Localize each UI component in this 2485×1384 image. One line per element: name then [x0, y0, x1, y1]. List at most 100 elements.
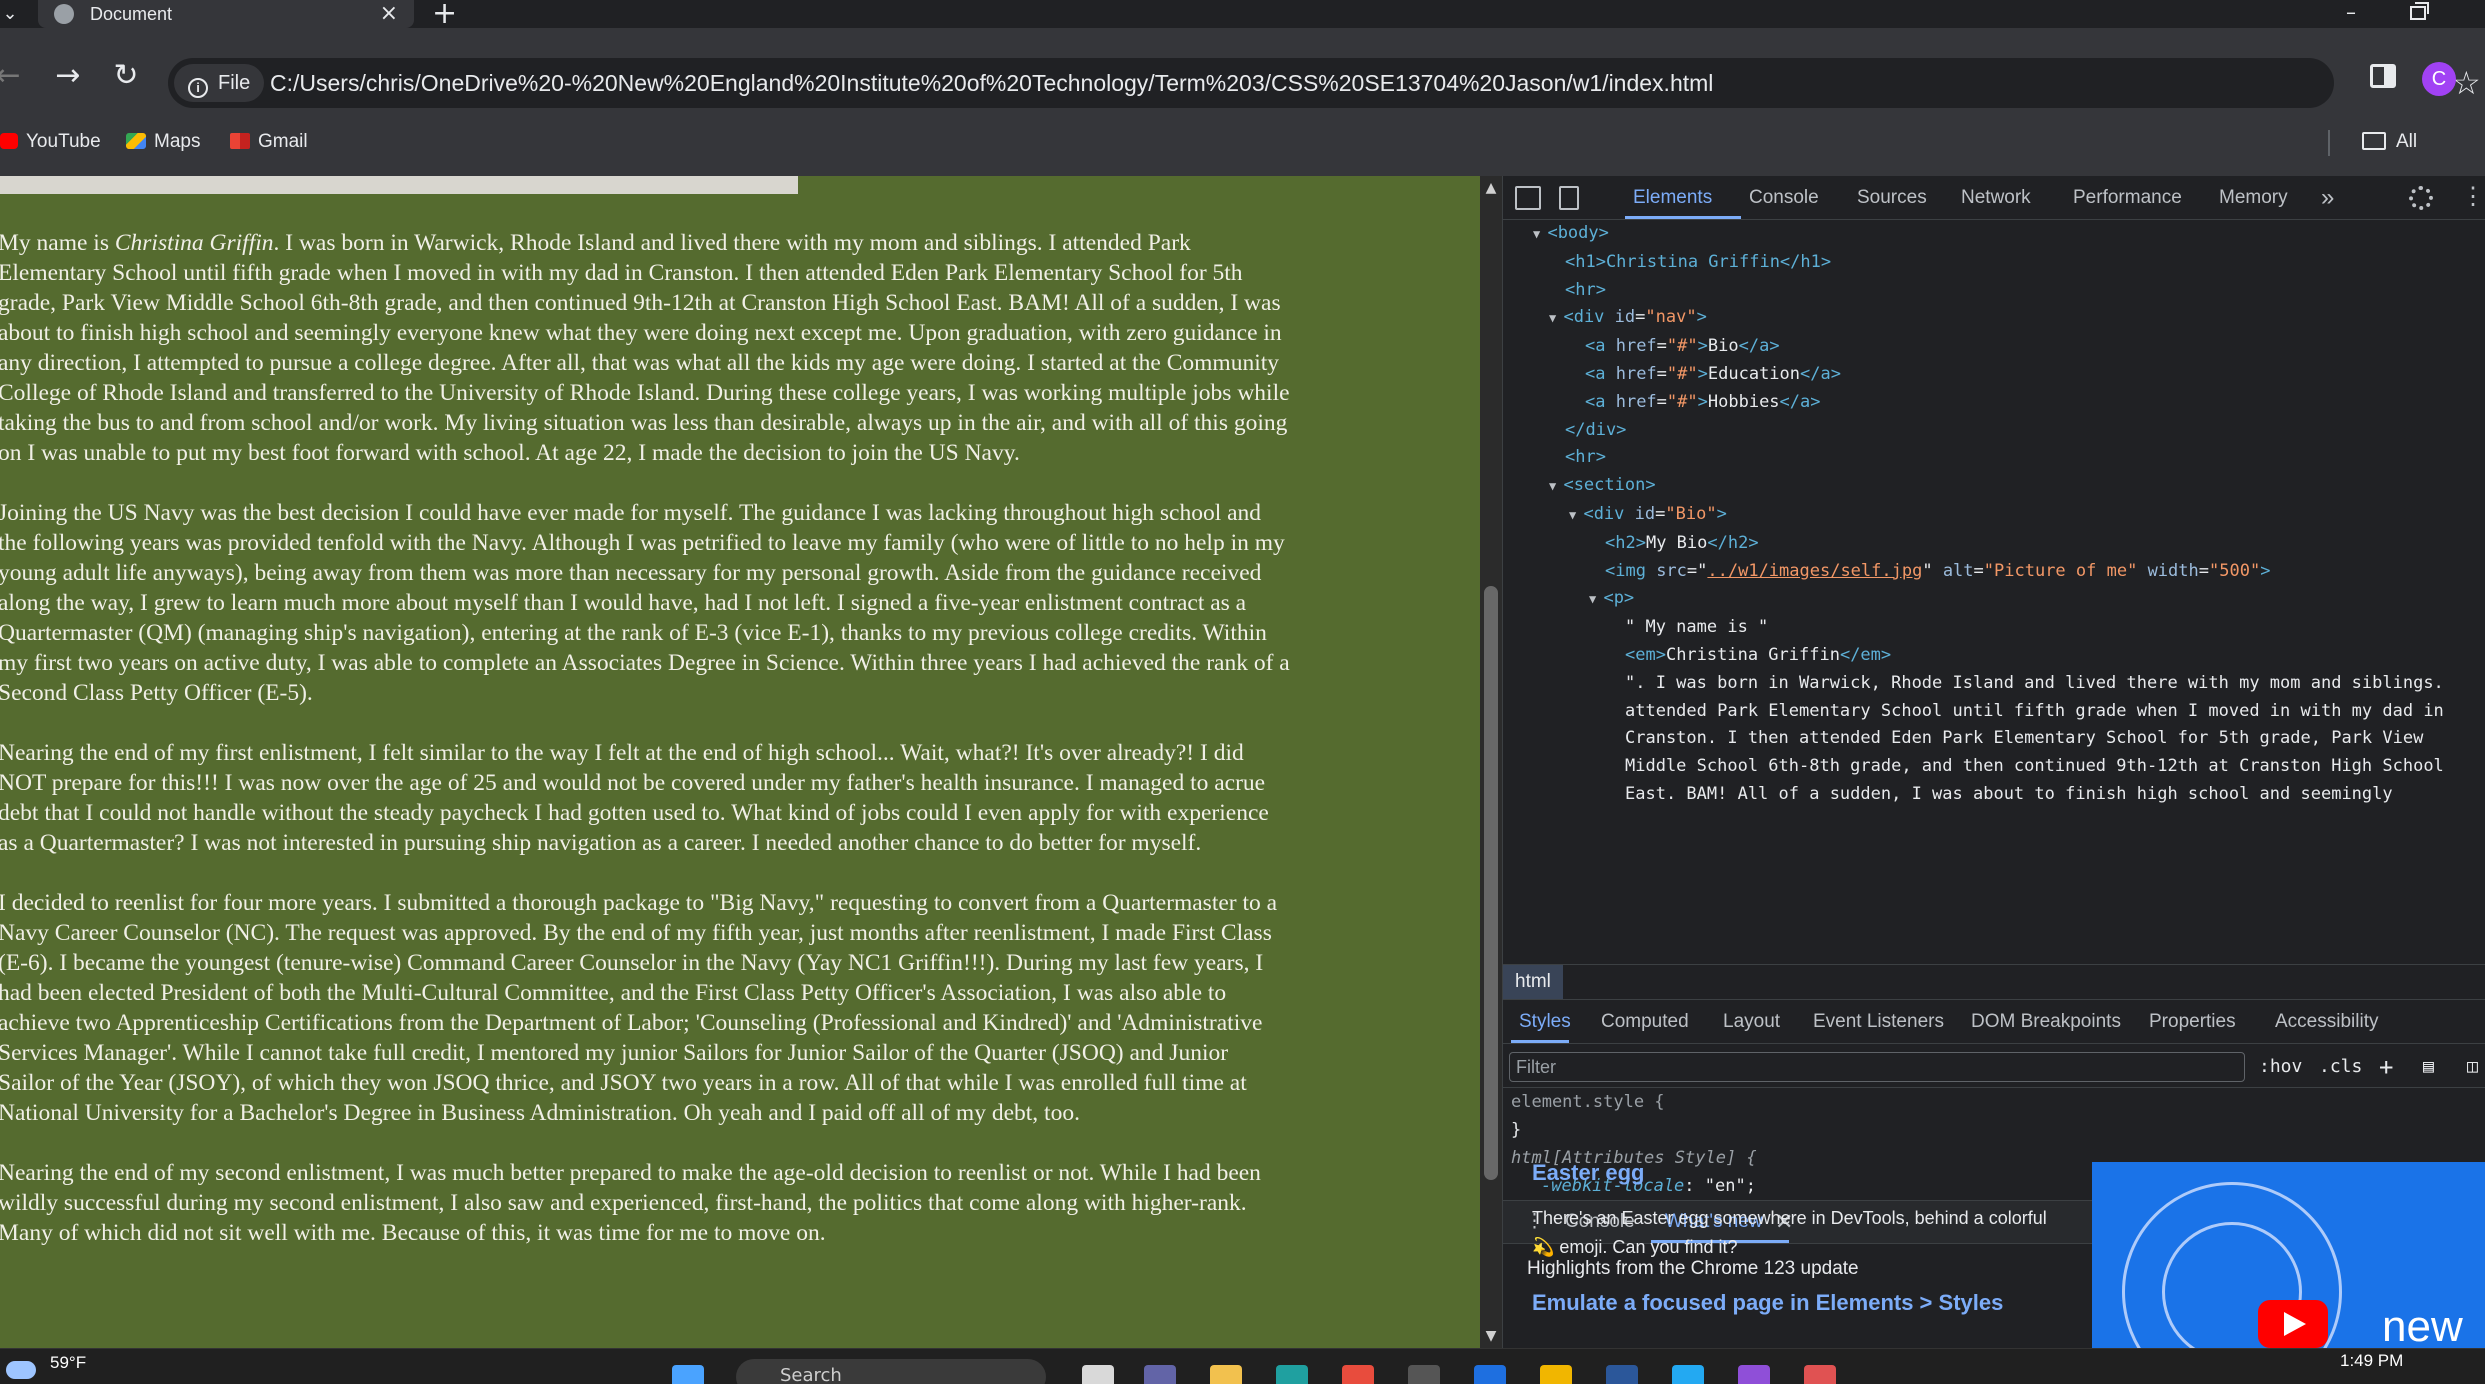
whats-new-video-thumbnail[interactable]: new — [2092, 1162, 2485, 1348]
task-view-icon[interactable] — [1082, 1365, 1114, 1384]
breadcrumb: html — [1503, 964, 2485, 1000]
back-button[interactable]: ← — [0, 58, 26, 94]
whats-new-title-emulate[interactable]: Emulate a focused page in Elements > Sty… — [1532, 1290, 2003, 1316]
tab-event-listeners[interactable]: Event Listeners — [1813, 1000, 1944, 1044]
tab-sources[interactable]: Sources — [1857, 176, 1927, 220]
gmail-icon — [230, 133, 250, 149]
youtube-play-icon[interactable] — [2258, 1300, 2328, 1348]
scroll-down-arrow-icon[interactable]: ▼ — [1480, 1328, 1502, 1344]
attr-value: "500" — [2209, 560, 2261, 581]
tab-properties[interactable]: Properties — [2149, 1000, 2236, 1044]
close-tab-icon[interactable]: × — [380, 0, 398, 28]
dom-node-nav[interactable]: ▼ <div id="nav"> — [1503, 304, 2485, 333]
tab-styles[interactable]: Styles — [1519, 1000, 1571, 1044]
tab-search-chevron-icon[interactable]: ⌄ — [0, 0, 20, 28]
dom-node-body[interactable]: ▼ <body> — [1503, 220, 2485, 249]
img-src-link[interactable]: ../w1/images/self.jpg — [1707, 561, 1922, 581]
tab-performance[interactable]: Performance — [2073, 176, 2182, 220]
bookmark-gmail[interactable]: Gmail — [230, 120, 308, 164]
bookmark-star-icon[interactable]: ☆ — [2452, 58, 2481, 108]
tab-accessibility[interactable]: Accessibility — [2275, 1000, 2378, 1044]
dom-node-div-close[interactable]: </div> — [1503, 417, 2485, 445]
dom-node-em[interactable]: <em>Christina Griffin</em> — [1503, 642, 2485, 670]
dom-text-node[interactable]: " My name is " — [1503, 614, 2485, 642]
url-text[interactable]: C:/Users/chris/OneDrive%20-%20New%20Engl… — [270, 58, 1713, 108]
body-tag: <body> — [1547, 223, 1609, 243]
device-toolbar-icon[interactable] — [1559, 186, 1579, 210]
tab-memory[interactable]: Memory — [2219, 176, 2288, 220]
profile-avatar[interactable]: C — [2422, 62, 2456, 96]
word-icon[interactable] — [1606, 1365, 1638, 1384]
text-node: Middle School 6th-8th grade, and then co… — [1625, 756, 2444, 777]
file-explorer-icon[interactable] — [1210, 1365, 1242, 1384]
dom-node-link-bio[interactable]: <a href="#">Bio</a> — [1503, 333, 2485, 361]
address-bar[interactable]: i File C:/Users/chris/OneDrive%20-%20New%… — [168, 58, 2481, 108]
dom-node-link-hobbies[interactable]: <a href="#">Hobbies</a> — [1503, 389, 2485, 417]
tab-network[interactable]: Network — [1961, 176, 2031, 220]
dom-node-h1[interactable]: <h1>Christina Griffin</h1> — [1503, 249, 2485, 277]
text-node: " My name is " — [1625, 617, 1769, 638]
start-icon[interactable] — [672, 1365, 704, 1384]
restore-button[interactable] — [2410, 2, 2429, 20]
forward-button[interactable]: → — [50, 58, 86, 94]
dom-tree[interactable]: ▼ <body> <h1>Christina Griffin</h1> <hr>… — [1503, 220, 2485, 964]
dom-node-link-education[interactable]: <a href="#">Education</a> — [1503, 361, 2485, 389]
text-node: East. BAM! All of a sudden, I was about … — [1625, 783, 2393, 804]
href-value: "#" — [1666, 336, 1698, 357]
inspect-element-icon[interactable] — [1515, 186, 1541, 210]
bio-paragraph-3: Nearing the end of my first enlistment, … — [0, 740, 1269, 856]
app-icon[interactable] — [1474, 1365, 1506, 1384]
taskbar-search[interactable]: Search — [736, 1359, 1046, 1384]
whats-new-title-easter-egg[interactable]: Easter egg — [1532, 1160, 1645, 1186]
dom-node-h2[interactable]: <h2>My Bio</h2> — [1503, 530, 2485, 558]
dom-text-node: Middle School 6th-8th grade, and then co… — [1503, 753, 2485, 781]
dom-node-section[interactable]: ▼ <section> — [1503, 472, 2485, 501]
tab-console[interactable]: Console — [1749, 176, 1819, 220]
chrome-icon[interactable] — [1540, 1365, 1572, 1384]
side-panel-icon[interactable] — [2370, 64, 2396, 88]
app-icon[interactable] — [1408, 1365, 1440, 1384]
dom-node-hr[interactable]: <hr> — [1503, 444, 2485, 472]
weather-temp[interactable]: 59°F — [50, 1353, 86, 1373]
whats-new-content: Easter egg There's an Easter egg somewhe… — [1502, 1068, 2485, 1348]
weather-icon[interactable] — [6, 1361, 36, 1379]
info-icon: i — [188, 78, 208, 98]
bookmark-maps[interactable]: Maps — [126, 120, 200, 164]
store-icon[interactable] — [1342, 1365, 1374, 1384]
breadcrumb-html[interactable]: html — [1503, 965, 1563, 999]
tab-elements[interactable]: Elements — [1633, 176, 1712, 220]
app-icon[interactable] — [1738, 1365, 1770, 1384]
site-info-chip[interactable]: i File — [174, 64, 265, 102]
tab-strip: ⌄ Document × + – — [0, 0, 2485, 29]
tab-title: Document — [90, 4, 173, 24]
minimize-button[interactable]: – — [2340, 0, 2362, 24]
new-tab-button[interactable]: + — [432, 0, 457, 29]
taskbar-clock[interactable]: 1:49 PM — [2340, 1351, 2403, 1371]
teams-icon[interactable] — [1144, 1365, 1176, 1384]
bio-paragraph-1-text: . I was born in Warwick, Rhode Island an… — [0, 230, 1290, 466]
scroll-up-arrow-icon[interactable]: ▲ — [1480, 180, 1502, 196]
dom-node-bio-div[interactable]: ▼ <div id="Bio"> — [1503, 501, 2485, 530]
bio-section: My name is Christina Griffin. I was born… — [0, 228, 1290, 1278]
scrollbar-thumb[interactable] — [1484, 586, 1498, 1180]
tab-dom-breakpoints[interactable]: DOM Breakpoints — [1971, 1000, 2121, 1044]
tab-computed[interactable]: Computed — [1601, 1000, 1689, 1044]
app-icon[interactable] — [1804, 1365, 1836, 1384]
more-tabs-icon[interactable]: » — [2321, 176, 2334, 220]
dom-node-hr[interactable]: <hr> — [1503, 277, 2485, 305]
vscode-icon[interactable] — [1672, 1365, 1704, 1384]
browser-tab[interactable]: Document × — [38, 0, 414, 28]
settings-gear-icon[interactable] — [2409, 186, 2433, 210]
hr-tag: <hr> — [1565, 279, 1606, 300]
file-chip-label: File — [218, 72, 251, 94]
dom-text-node[interactable]: ". I was born in Warwick, Rhode Island a… — [1503, 670, 2485, 698]
tab-layout[interactable]: Layout — [1723, 1000, 1780, 1044]
bookmarks-bar: YouTube Maps Gmail All Bookma — [0, 120, 2485, 196]
edge-icon[interactable] — [1276, 1365, 1308, 1384]
more-options-icon[interactable]: ⋮ — [2461, 182, 2485, 212]
dom-node-p[interactable]: ▼ <p> — [1503, 585, 2485, 614]
dom-node-img[interactable]: <img src="../w1/images/self.jpg" alt="Pi… — [1503, 558, 2485, 586]
bookmark-youtube[interactable]: YouTube — [0, 120, 101, 164]
page-scrollbar[interactable]: ▲ ▼ — [1480, 176, 1502, 1348]
reload-button[interactable]: ↻ — [108, 58, 144, 94]
